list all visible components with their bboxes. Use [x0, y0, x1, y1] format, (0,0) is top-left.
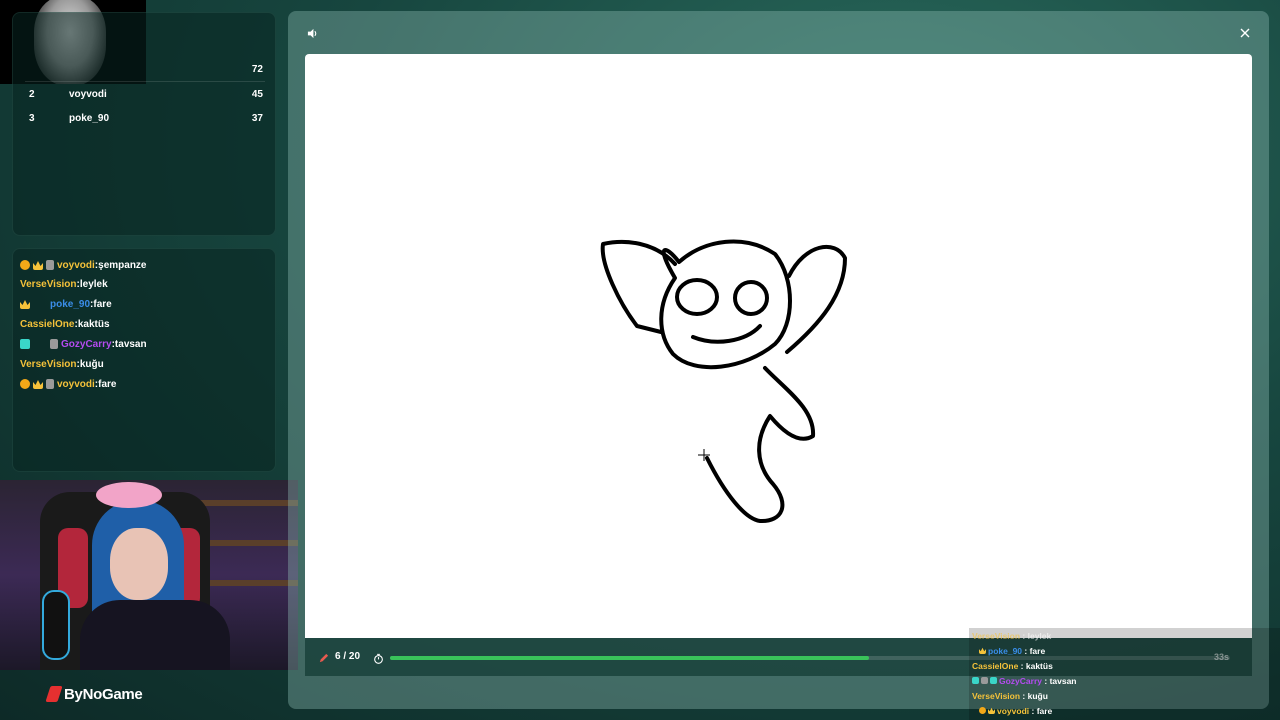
- stopwatch-icon: [371, 651, 385, 665]
- leaderboard-row: 3 poke_90 37: [25, 107, 265, 129]
- sketch-mouth: [691, 324, 762, 344]
- chat-username: VerseVision: [20, 278, 77, 290]
- chat-message: poke_90: fare: [20, 296, 112, 312]
- chat-text: kuğu: [79, 358, 104, 370]
- sketch-right-eye: [733, 280, 769, 316]
- streamer-shirt: [80, 600, 230, 670]
- crown-icon: [20, 300, 30, 309]
- overlay-text: tavsan: [1049, 675, 1077, 686]
- chat-message: VerseVision: kuğu: [20, 358, 104, 370]
- microphone: [42, 590, 70, 660]
- chat-text: kaktüs: [77, 318, 110, 330]
- overlay-username: poke_90: [988, 645, 1023, 656]
- chat-username: voyvodi: [57, 378, 95, 390]
- overlay-chat-message: VerseVision : leylek: [972, 630, 1052, 641]
- chat-message: CassielOne: kaktüs: [20, 318, 110, 330]
- overlay-chat-message: GozyCarry : tavsan: [972, 673, 1077, 688]
- sword-icon: [981, 677, 988, 684]
- overlay-text: fare: [1036, 705, 1053, 716]
- chat-text: şempanze: [98, 259, 147, 271]
- chat-username: voyvodi: [57, 259, 95, 271]
- leaderboard-name: poke_90: [69, 112, 110, 124]
- overlay-chat-message: VerseVision : kuğu: [972, 690, 1048, 701]
- chat-message: VerseVision: leylek: [20, 278, 108, 290]
- sword-icon: [50, 339, 58, 349]
- chat-username: CassielOne: [20, 318, 75, 330]
- overlay-username: VerseVision: [972, 630, 1021, 641]
- brand-mark-icon: [45, 686, 63, 702]
- chat-username: poke_90: [50, 298, 91, 310]
- badge-icon: [20, 379, 30, 389]
- crown-icon: [988, 707, 995, 714]
- sketch-right-wing: [785, 244, 847, 354]
- chat-username: VerseVision: [20, 358, 77, 370]
- chat-message: voyvodi: şempanze: [20, 257, 147, 273]
- gift-icon: [20, 339, 30, 349]
- gift-icon: [972, 677, 979, 684]
- leaderboard-score: 37: [251, 112, 263, 124]
- brand-logo: ByNoGame: [45, 684, 143, 704]
- overlay-chat-message: CassielOne : kaktüs: [972, 660, 1053, 671]
- sketch-left-wing: [600, 239, 677, 334]
- shelf: [200, 500, 298, 506]
- leaderboard-score: 72: [251, 63, 263, 75]
- crown-icon: [33, 261, 43, 270]
- blank-badge: [33, 339, 47, 349]
- overlay-username: CassielOne: [972, 660, 1019, 671]
- sketch-left-eye: [675, 278, 719, 316]
- drawing-canvas[interactable]: [305, 54, 1252, 638]
- badge-icon: [20, 260, 30, 270]
- chat-text: fare: [98, 378, 117, 390]
- leaderboard-row: 2 voyvodi 45: [25, 83, 265, 105]
- crown-icon: [979, 647, 986, 654]
- overlay-chat-message: voyvodi : fare: [979, 703, 1052, 718]
- sword-icon: [46, 379, 54, 389]
- chat-message: GozyCarry: tavsan: [20, 336, 147, 352]
- blank-badge: [33, 299, 47, 309]
- chat-text: leylek: [79, 278, 108, 290]
- leaderboard-row: 72: [25, 58, 265, 80]
- sword-icon: [46, 260, 54, 270]
- sketch-body: [705, 366, 816, 524]
- pencil-icon: [316, 651, 330, 665]
- overlay-username: GozyCarry: [999, 675, 1042, 686]
- leaderboard-score: 45: [251, 88, 263, 100]
- overlay-username: VerseVision: [972, 690, 1021, 701]
- gift-icon: [990, 677, 997, 684]
- overlay-username: voyvodi: [997, 705, 1030, 716]
- chat-text: fare: [93, 298, 112, 310]
- drawing-sketch: [600, 239, 847, 524]
- overlay-text: kuğu: [1027, 690, 1048, 701]
- chat-panel: voyvodi: şempanze VerseVision: leylek poke…: [12, 248, 276, 472]
- round-counter: 6 / 20: [335, 651, 361, 662]
- leaderboard-divider: [25, 81, 265, 82]
- speaker-icon[interactable]: [305, 26, 319, 40]
- crown-icon: [33, 380, 43, 389]
- streamer-face: [110, 528, 168, 600]
- overlay-chat-message: poke_90 : fare: [979, 643, 1045, 658]
- streamer-bow: [96, 482, 162, 508]
- chat-username: GozyCarry: [61, 338, 112, 350]
- shelf: [200, 540, 298, 546]
- chat-message: voyvodi: fare: [20, 376, 117, 392]
- shelf: [200, 580, 298, 586]
- overlay-text: leylek: [1027, 630, 1052, 641]
- overlay-text: kaktüs: [1025, 660, 1053, 671]
- brand-name: ByNoGame: [64, 685, 143, 703]
- leaderboard-panel: 72 2 voyvodi 45 3 poke_90 37: [12, 12, 276, 236]
- leaderboard-rank: 2: [29, 88, 35, 100]
- overlay-chat: VerseVision : leylek poke_90 : fare Cass…: [969, 628, 1280, 720]
- leaderboard-rank: 3: [29, 112, 35, 124]
- overlay-text: fare: [1029, 645, 1046, 656]
- time-progress-fill: [390, 656, 869, 660]
- close-icon[interactable]: [1238, 26, 1252, 40]
- leaderboard-name: voyvodi: [69, 88, 107, 100]
- streamer-webcam-bottom: [0, 480, 298, 670]
- chat-text: tavsan: [114, 338, 147, 350]
- badge-icon: [979, 707, 986, 714]
